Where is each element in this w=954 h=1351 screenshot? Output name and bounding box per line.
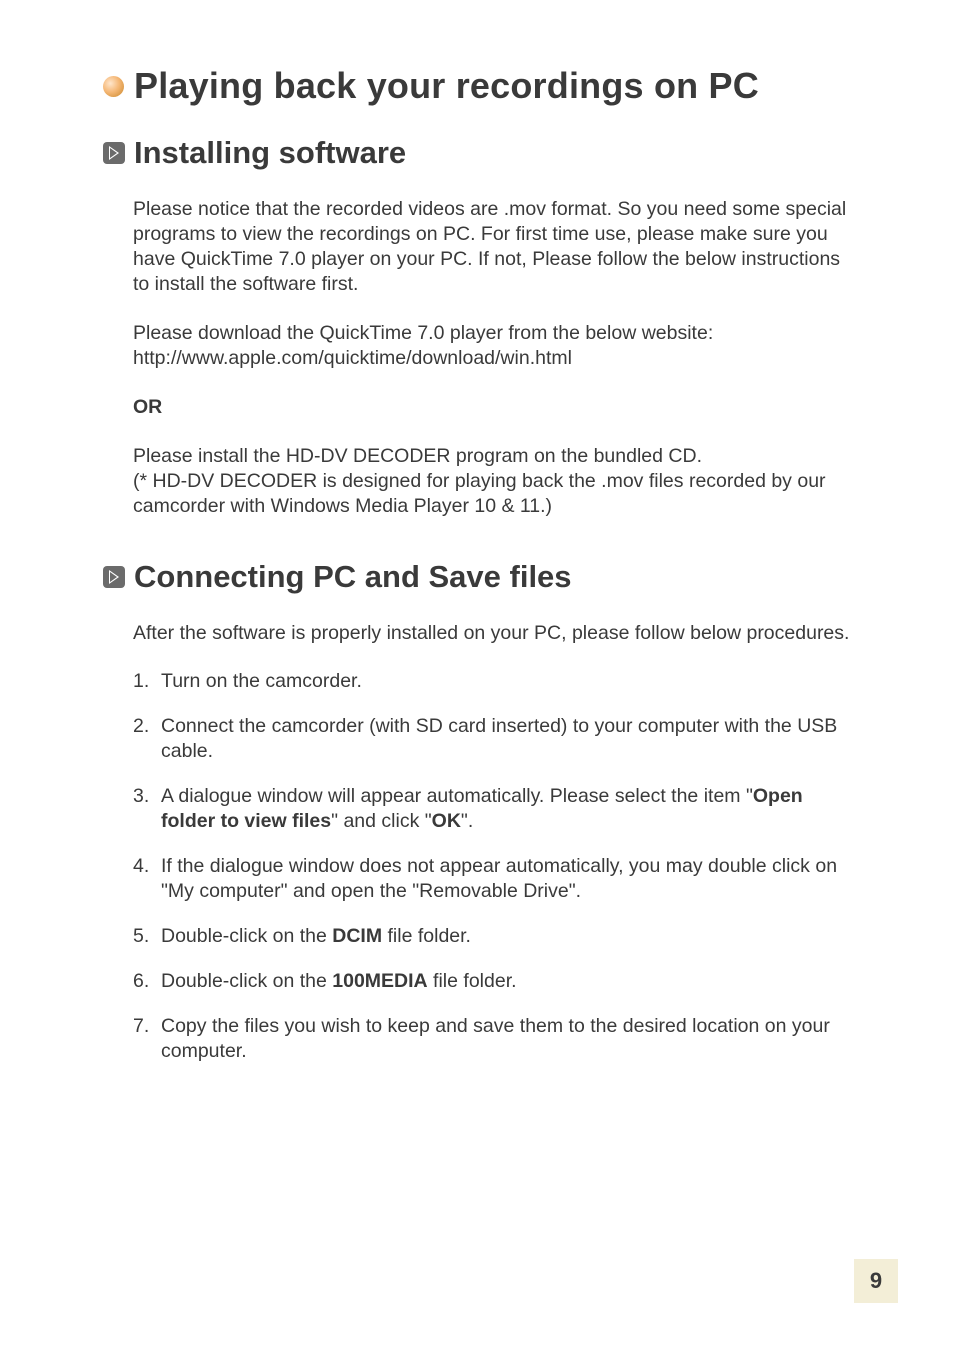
section-installing: Installing software Please notice that t… [103,135,859,519]
arrow-icon [103,566,125,588]
step-text: ". [461,810,473,832]
list-item: Double-click on the DCIM file folder. [161,924,859,949]
list-item: A dialogue window will appear automatica… [161,784,859,834]
section-header: Connecting PC and Save files [103,559,859,595]
list-item: If the dialogue window does not appear a… [161,854,859,904]
section-heading: Connecting PC and Save files [134,559,572,595]
page-title: Playing back your recordings on PC [134,65,759,107]
step-text: file folder. [428,970,517,992]
step-text: A dialogue window will appear automatica… [161,785,753,807]
step-text: Double-click on the [161,970,332,992]
arrow-icon [103,142,125,164]
list-item: Copy the files you wish to keep and save… [161,1014,859,1064]
bold-text: OK [432,810,461,832]
bold-text: DCIM [332,925,382,947]
step-text: Copy the files you wish to keep and save… [161,1015,830,1062]
steps-list: Turn on the camcorder. Connect the camco… [133,669,859,1063]
bullet-icon [103,76,124,97]
list-item: Turn on the camcorder. [161,669,859,694]
text: Please download the QuickTime 7.0 player… [133,322,713,344]
section-body: Please notice that the recorded videos a… [133,197,859,519]
text: (* HD-DV DECODER is designed for playing… [133,470,826,517]
intro-paragraph: After the software is properly installed… [133,621,859,646]
page-number: 9 [854,1259,898,1303]
step-text: " and click " [331,810,432,832]
main-title-row: Playing back your recordings on PC [103,65,859,107]
text: Please install the HD-DV DECODER program… [133,445,702,467]
list-item: Connect the camcorder (with SD card inse… [161,714,859,764]
step-text: Turn on the camcorder. [161,670,362,692]
paragraph: Please download the QuickTime 7.0 player… [133,321,859,371]
section-header: Installing software [103,135,859,171]
bold-text: 100MEDIA [332,970,427,992]
step-text: Double-click on the [161,925,332,947]
url-text: http://www.apple.com/quicktime/download/… [133,347,572,369]
list-item: Double-click on the 100MEDIA file folder… [161,969,859,994]
step-text: file folder. [382,925,471,947]
step-text: Connect the camcorder (with SD card inse… [161,715,837,762]
section-heading: Installing software [134,135,406,171]
or-label: OR [133,395,859,420]
page-content: Playing back your recordings on PC Insta… [0,0,954,1064]
paragraph: Please install the HD-DV DECODER program… [133,444,859,519]
section-connecting: Connecting PC and Save files After the s… [103,559,859,1064]
step-text: If the dialogue window does not appear a… [161,855,837,902]
paragraph: Please notice that the recorded videos a… [133,197,859,297]
